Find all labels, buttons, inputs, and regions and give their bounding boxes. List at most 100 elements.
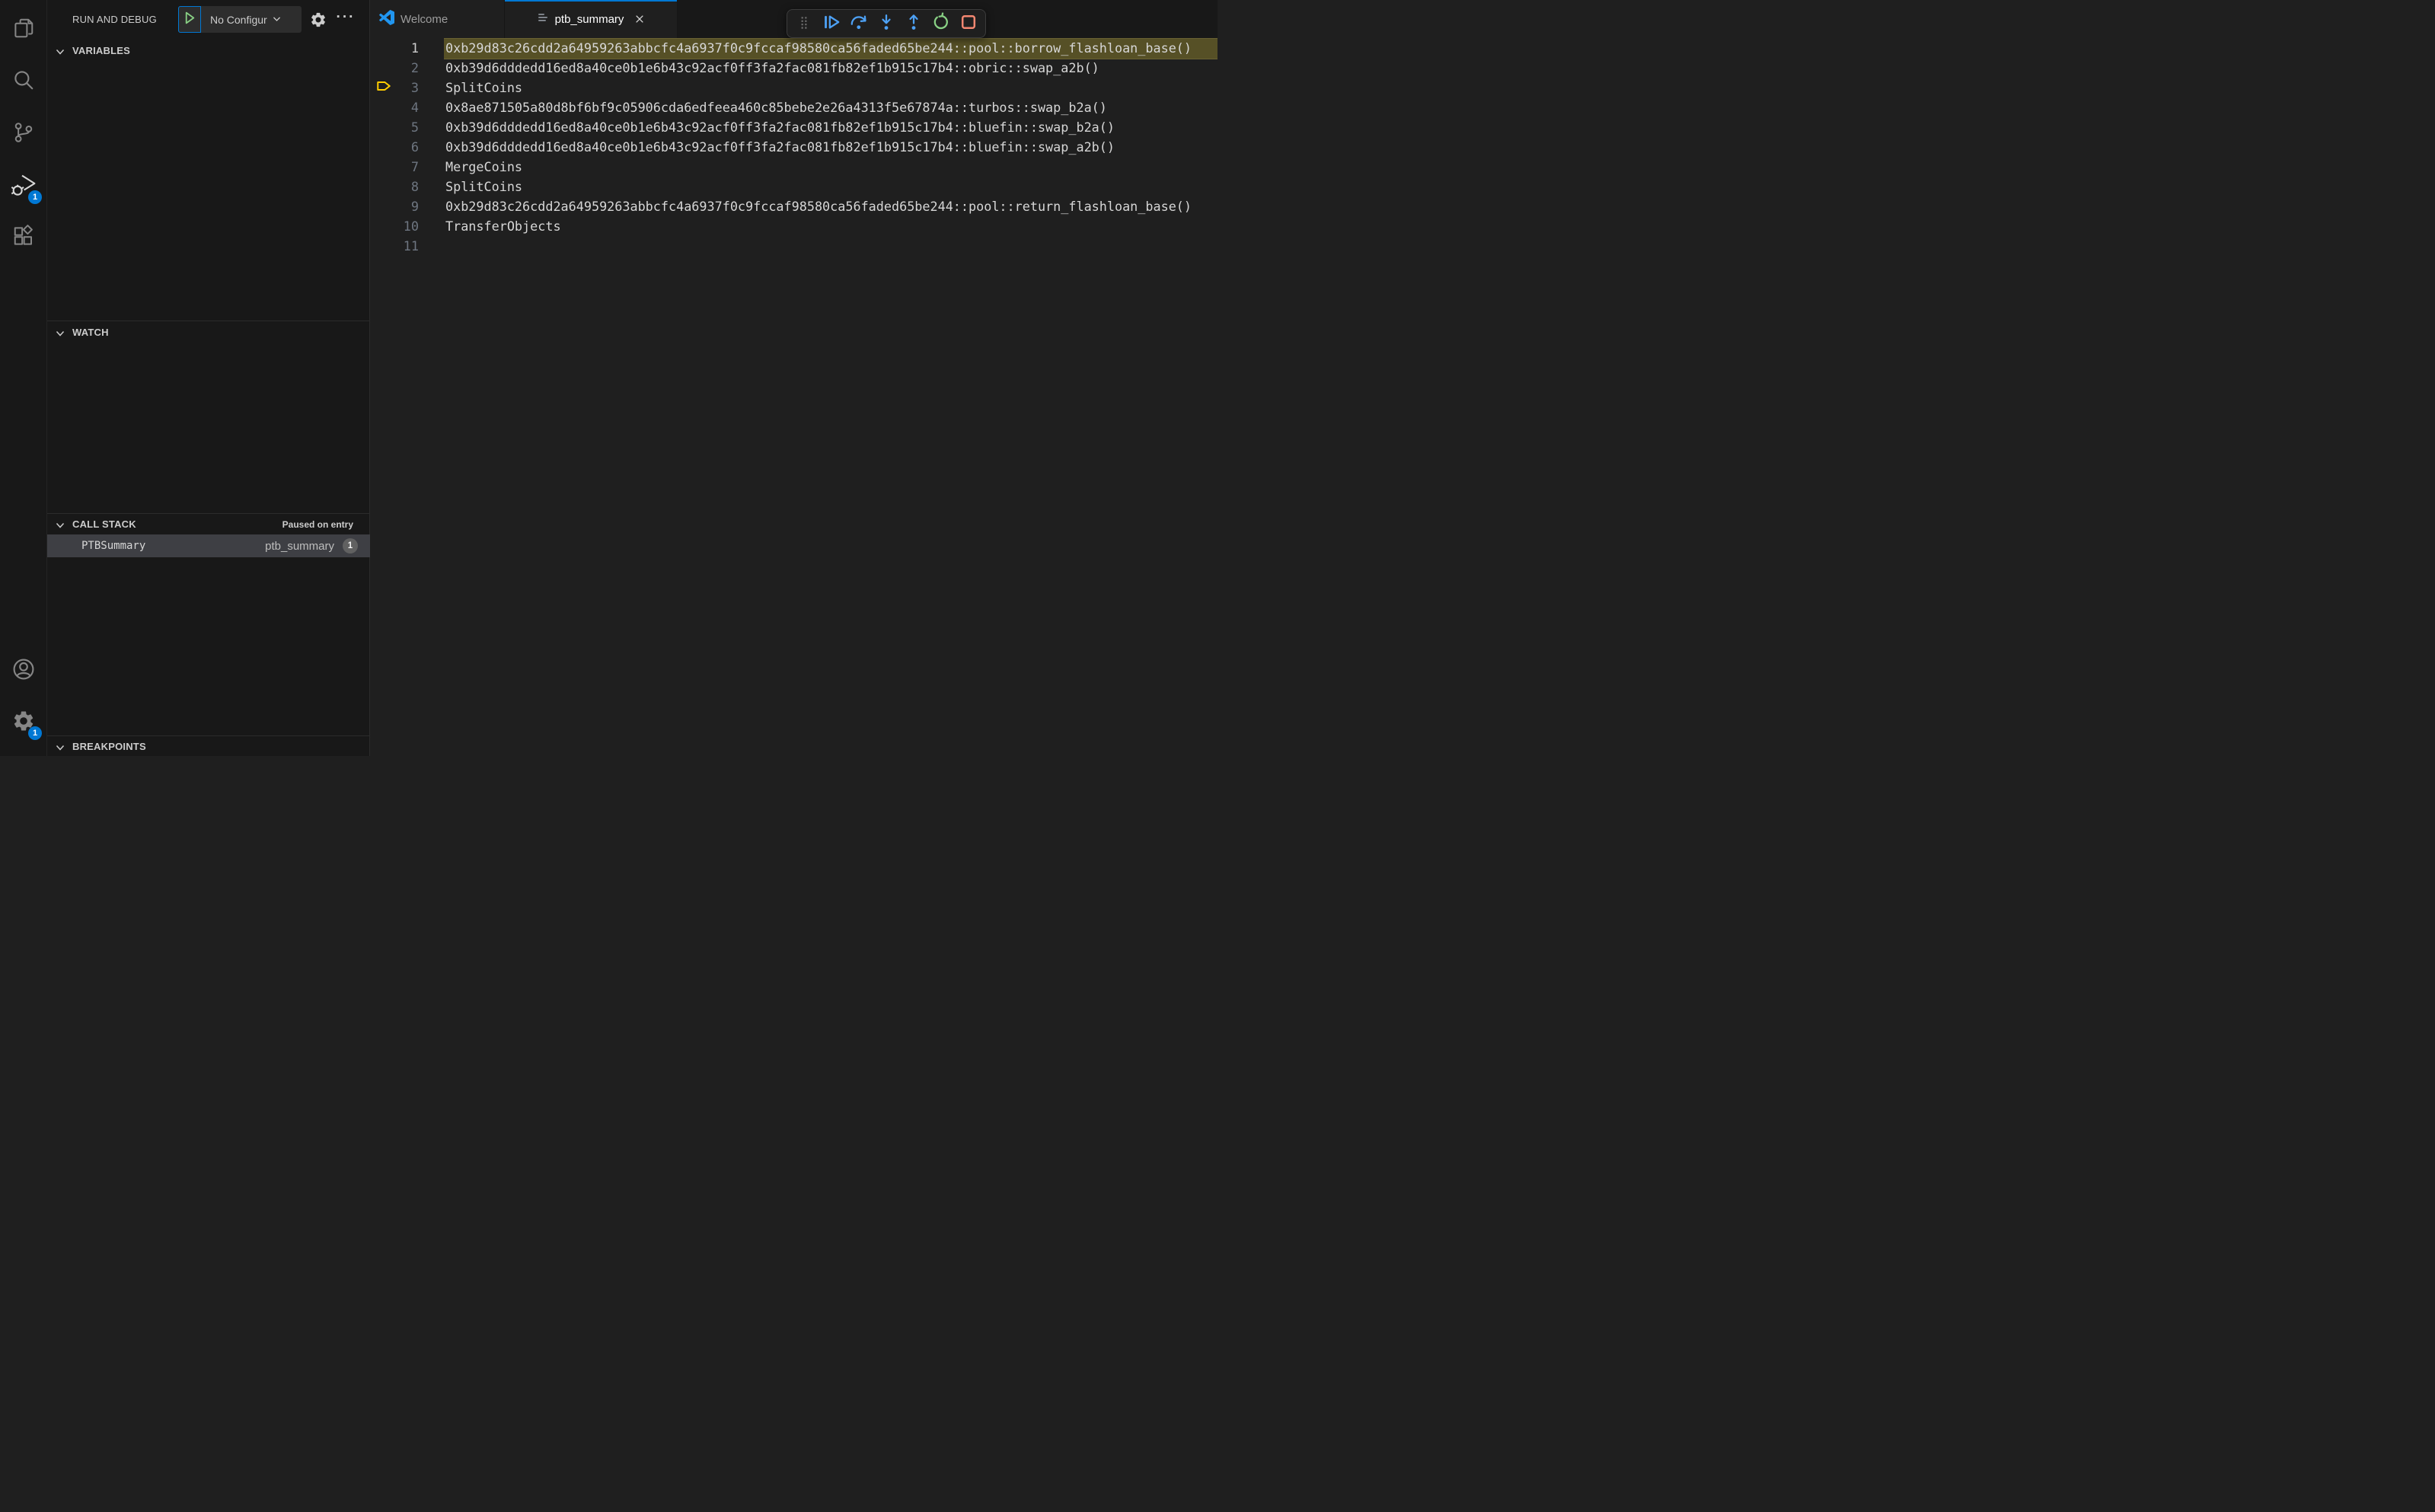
restart-icon [931,11,951,36]
source-control-icon [12,121,35,144]
line-text: SplitCoins [445,179,523,194]
close-icon[interactable] [634,14,645,24]
views-more-actions-button[interactable]: ··· [333,9,358,29]
step-into-icon [876,12,896,36]
section-header-variables[interactable]: VARIABLES [47,43,370,61]
continue-icon [822,12,841,36]
code-line[interactable]: 11 [370,236,1218,256]
code-line[interactable]: 2 0xb39d6dddedd16ed8a40ce0b1e6b43c92acf0f… [370,58,1218,78]
step-over-button[interactable] [847,12,870,35]
debug-toolbar [787,9,986,38]
continue-button[interactable] [820,12,843,35]
step-into-button[interactable] [875,12,898,35]
sidebar-item-search[interactable] [0,62,47,97]
line-text: 0xb39d6dddedd16ed8a40ce0b1e6b43c92acf0ff… [445,120,1115,135]
sidebar-item-extensions[interactable] [0,219,47,254]
manage-button[interactable]: 1 [0,703,47,740]
code-line[interactable]: 9 0xb29d83c26cdd2a64959263abbcfc4a6937f0c… [370,196,1218,216]
section-header-breakpoints[interactable]: BREAKPOINTS [47,738,370,757]
manage-badge: 1 [28,726,42,740]
tab-welcome[interactable]: Welcome [370,0,505,38]
tab-label: ptb_summary [554,12,624,26]
sidebar-item-run-and-debug[interactable]: 1 [0,167,47,204]
tab-ptb-summary[interactable]: ptb_summary [505,0,678,38]
debug-status-text: Paused on entry [282,519,353,530]
code-line[interactable]: 6 0xb39d6dddedd16ed8a40ce0b1e6b43c92acf0f… [370,137,1218,157]
line-number: 10 [403,219,419,234]
line-text: 0xb29d83c26cdd2a64959263abbcfc4a6937f0c9… [445,199,1192,214]
tab-label: Welcome [401,12,448,26]
section-header-call-stack[interactable]: CALL STACK Paused on entry [47,516,370,534]
code-lines: 1 0xb29d83c26cdd2a64959263abbcfc4a6937f0c… [370,38,1218,256]
frame-count-badge: 1 [343,538,358,553]
vscode-logo-icon [379,9,394,29]
editor-group: Welcome ptb_summary 1 0xb29d83c26cdd2a64… [370,0,1218,756]
frame-name: PTBSummary [81,540,146,552]
step-out-icon [904,12,924,36]
code-line[interactable]: 8 SplitCoins [370,177,1218,196]
chevron-down-icon [272,14,282,26]
play-icon [184,11,196,28]
debug-config-label: No Configur [210,13,267,26]
section-header-watch[interactable]: WATCH [47,324,370,343]
line-text: 0x8ae871505a80d8bf6bf9c05906cda6edfeea46… [445,100,1107,115]
account-icon [11,657,36,681]
frame-file-label: ptb_summary [265,539,334,553]
search-icon [12,69,35,91]
sidebar-item-source-control[interactable] [0,115,47,150]
chevron-down-icon [54,327,66,343]
launch-config-gear-button[interactable] [310,11,327,28]
section-label: WATCH [72,327,109,338]
line-number: 8 [410,179,419,194]
list-file-icon [537,11,549,27]
line-text: 0xb29d83c26cdd2a64959263abbcfc4a6937f0c9… [445,40,1192,56]
debug-config-control: No Configur [178,6,302,33]
section-label: BREAKPOINTS [72,741,146,752]
start-debug-button[interactable] [178,6,201,33]
line-text: TransferObjects [445,219,561,234]
line-text: 0xb39d6dddedd16ed8a40ce0b1e6b43c92acf0ff… [445,139,1115,155]
line-text: MergeCoins [445,159,523,174]
step-out-button[interactable] [902,12,925,35]
line-number: 2 [410,60,419,75]
line-text: SplitCoins [445,80,523,95]
debug-config-dropdown[interactable]: No Configur [201,6,302,33]
stop-icon [959,12,978,36]
section-label: VARIABLES [72,45,130,56]
call-stack-frame-row[interactable]: PTBSummary ptb_summary 1 [47,534,370,557]
code-line[interactable]: 5 0xb39d6dddedd16ed8a40ce0b1e6b43c92acf0f… [370,117,1218,137]
sidebar-item-explorer[interactable] [0,11,47,46]
chevron-down-icon [54,742,66,758]
code-line[interactable]: 4 0x8ae871505a80d8bf6bf9c05906cda6edfeea4… [370,97,1218,117]
stop-button[interactable] [957,12,980,35]
line-number: 4 [410,100,419,115]
code-line[interactable]: 3 SplitCoins [370,78,1218,97]
section-divider [47,735,370,736]
code-line[interactable]: 1 0xb29d83c26cdd2a64959263abbcfc4a6937f0c… [370,38,1218,59]
line-number: 9 [410,199,419,214]
sidebar-title: RUN AND DEBUG [72,13,157,25]
line-text: 0xb39d6dddedd16ed8a40ce0b1e6b43c92acf0ff… [445,60,1099,75]
extensions-icon [12,225,35,247]
section-label: CALL STACK [72,518,136,530]
line-number: 11 [403,238,419,254]
section-divider [47,513,370,514]
chevron-down-icon [54,519,66,535]
line-number: 1 [410,40,419,56]
chevron-down-icon [54,46,66,62]
gripper-icon [796,13,812,35]
run-and-debug-sidebar: RUN AND DEBUG No Configur ··· VARIABLES [47,0,370,756]
code-line[interactable]: 7 MergeCoins [370,157,1218,177]
current-line-arrow-icon [376,79,391,97]
toolbar-drag-handle[interactable] [793,12,815,35]
accounts-button[interactable] [0,652,47,687]
code-area[interactable]: 1 0xb29d83c26cdd2a64959263abbcfc4a6937f0c… [370,38,1218,756]
activity-bar: 1 1 [0,0,47,756]
restart-button[interactable] [930,11,953,36]
line-number: 7 [410,159,419,174]
line-number: 5 [410,120,419,135]
step-over-icon [849,12,869,36]
code-line[interactable]: 10 TransferObjects [370,216,1218,236]
line-number: 6 [410,139,419,155]
files-icon [12,17,35,40]
